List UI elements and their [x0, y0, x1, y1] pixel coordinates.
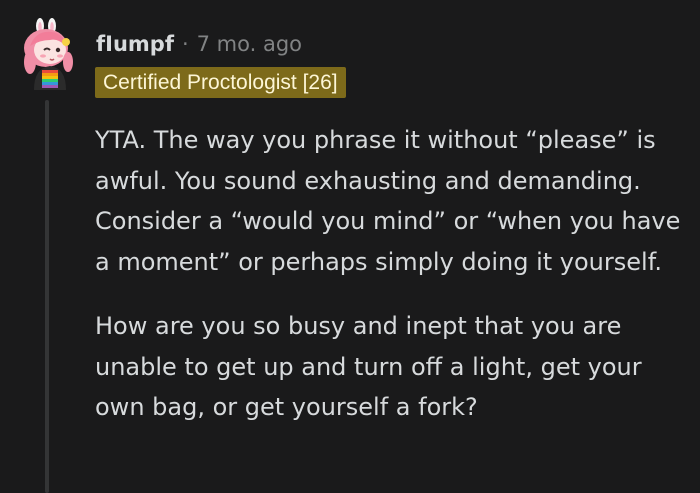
username-link[interactable]: fIumpf [96, 32, 174, 56]
timestamp[interactable]: 7 mo. ago [197, 32, 302, 56]
user-avatar-icon[interactable] [16, 18, 80, 90]
comment: fIumpf · 7 mo. ago Certified Proctologis… [0, 0, 700, 493]
user-flair-badge: Certified Proctologist [26] [95, 67, 346, 98]
thread-line[interactable] [45, 100, 49, 493]
comment-paragraph: YTA. The way you phrase it without “plea… [95, 126, 681, 276]
separator-dot: · [181, 32, 189, 56]
comment-header: fIumpf · 7 mo. ago [96, 29, 302, 59]
comment-body: YTA. The way you phrase it without “plea… [95, 120, 687, 428]
comment-paragraph: How are you so busy and inept that you a… [95, 312, 642, 421]
